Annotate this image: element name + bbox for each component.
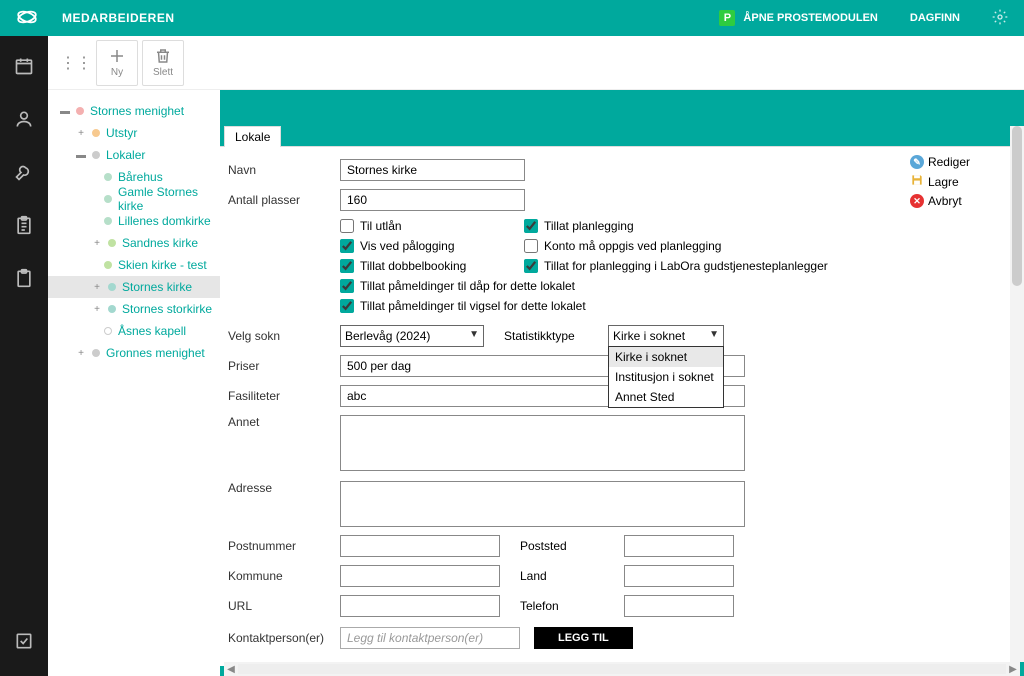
tree-item-storkirke[interactable]: +Stornes storkirke <box>48 298 220 320</box>
congregation-tree: ▬Stornes menighet +Utstyr ▬Lokaler Båreh… <box>48 90 220 676</box>
label-land: Land <box>520 569 624 583</box>
sokn-select[interactable] <box>340 325 484 347</box>
content-area: Lokale ✎Rediger Lagre ✕Avbryt Navn Antal… <box>220 90 1024 676</box>
tree-item-asnes[interactable]: Åsnes kapell <box>48 320 220 342</box>
stattype-option-kirke[interactable]: Kirke i soknet <box>609 347 723 367</box>
label-postnr: Postnummer <box>228 539 340 553</box>
label-stattype: Statistikktype <box>504 329 608 343</box>
left-navigation <box>0 36 48 676</box>
delete-button[interactable]: Slett <box>142 40 184 86</box>
user-name[interactable]: DAGFINN <box>910 12 960 24</box>
topbar: MEDARBEIDEREN P ÅPNE PROSTEMODULEN DAGFI… <box>0 0 1024 36</box>
label-velgsokn: Velg sokn <box>228 329 340 343</box>
nav-wrench-icon[interactable] <box>14 162 34 187</box>
antall-input[interactable] <box>340 189 525 211</box>
horizontal-scrollbar[interactable]: ◀ ▶ <box>224 662 1020 676</box>
land-input[interactable] <box>624 565 734 587</box>
postnummer-input[interactable] <box>340 535 500 557</box>
stattype-dropdown: Kirke i soknet Institusjon i soknet Anne… <box>608 346 724 408</box>
cancel-icon: ✕ <box>910 194 924 208</box>
konto-ma-checkbox[interactable] <box>524 239 538 253</box>
kontaktperson-input[interactable] <box>340 627 520 649</box>
save-action[interactable]: Lagre <box>910 173 970 190</box>
kommune-input[interactable] <box>340 565 500 587</box>
label-telefon: Telefon <box>520 599 624 613</box>
tillat-plan-checkbox[interactable] <box>524 219 538 233</box>
delete-button-label: Slett <box>153 67 173 78</box>
save-icon <box>910 173 924 190</box>
url-input[interactable] <box>340 595 500 617</box>
tree-item-gamle[interactable]: Gamle Stornes kirke <box>48 188 220 210</box>
label-kommune: Kommune <box>228 569 340 583</box>
tree-item-skien[interactable]: Skien kirke - test <box>48 254 220 276</box>
proste-badge-icon: P <box>719 10 735 26</box>
nav-clipboard-icon[interactable] <box>14 215 34 240</box>
label-antall: Antall plasser <box>228 193 340 207</box>
nav-export-icon[interactable] <box>14 631 34 656</box>
tree-item-lokaler[interactable]: ▬Lokaler <box>48 144 220 166</box>
cancel-action[interactable]: ✕Avbryt <box>910 194 970 208</box>
open-prostemodul-button[interactable]: P ÅPNE PROSTEMODULEN <box>719 10 877 26</box>
form-actions: ✎Rediger Lagre ✕Avbryt <box>910 155 970 212</box>
stattype-option-annet[interactable]: Annet Sted <box>609 387 723 407</box>
tillat-db-checkbox[interactable] <box>340 259 354 273</box>
label-kontakt: Kontaktperson(er) <box>228 631 340 645</box>
navn-input[interactable] <box>340 159 525 181</box>
label-annet: Annet <box>228 415 340 429</box>
tree-item-sandnes[interactable]: +Sandnes kirke <box>48 232 220 254</box>
nav-clipboard2-icon[interactable] <box>14 268 34 293</box>
scroll-right-icon[interactable]: ▶ <box>1006 664 1020 675</box>
app-logo-icon <box>16 6 38 31</box>
label-poststed: Poststed <box>520 539 624 553</box>
stattype-select[interactable] <box>608 325 724 347</box>
nav-calendar-icon[interactable] <box>14 56 34 81</box>
proste-label: ÅPNE PROSTEMODULEN <box>743 12 877 24</box>
tree-item-lillenes[interactable]: Lillenes domkirke <box>48 210 220 232</box>
toolbar: ⋮⋮ Ny Slett <box>48 36 1024 90</box>
adresse-textarea[interactable] <box>340 481 745 527</box>
tilutlan-checkbox[interactable] <box>340 219 354 233</box>
label-adresse: Adresse <box>228 481 340 495</box>
tillat-labora-checkbox[interactable] <box>524 259 538 273</box>
label-url: URL <box>228 599 340 613</box>
legg-til-button[interactable]: LEGG TIL <box>534 627 633 649</box>
label-fasiliteter: Fasiliteter <box>228 389 340 403</box>
vis-ved-checkbox[interactable] <box>340 239 354 253</box>
label-navn: Navn <box>228 163 340 177</box>
tree-item-stornes-kirke[interactable]: +Stornes kirke <box>48 276 220 298</box>
new-button-label: Ny <box>111 67 123 78</box>
tree-item-stornes-menighet[interactable]: ▬Stornes menighet <box>48 100 220 122</box>
stattype-option-institusjon[interactable]: Institusjon i soknet <box>609 367 723 387</box>
pam-dap-checkbox[interactable] <box>340 279 354 293</box>
annet-textarea[interactable] <box>340 415 745 471</box>
tab-lokale[interactable]: Lokale <box>224 126 281 147</box>
edit-icon: ✎ <box>910 155 924 169</box>
tree-item-utstyr[interactable]: +Utstyr <box>48 122 220 144</box>
product-name: MEDARBEIDEREN <box>62 11 175 25</box>
tree-item-gronnes[interactable]: +Gronnes menighet <box>48 342 220 364</box>
toolbar-grip-icon[interactable]: ⋮⋮ <box>60 53 92 73</box>
scroll-left-icon[interactable]: ◀ <box>224 664 238 675</box>
telefon-input[interactable] <box>624 595 734 617</box>
label-priser: Priser <box>228 359 340 373</box>
nav-person-icon[interactable] <box>14 109 34 134</box>
pam-vigsel-checkbox[interactable] <box>340 299 354 313</box>
vertical-scrollbar[interactable] <box>1010 126 1024 662</box>
edit-action[interactable]: ✎Rediger <box>910 155 970 169</box>
new-button[interactable]: Ny <box>96 40 138 86</box>
poststed-input[interactable] <box>624 535 734 557</box>
gear-icon[interactable] <box>992 9 1008 28</box>
